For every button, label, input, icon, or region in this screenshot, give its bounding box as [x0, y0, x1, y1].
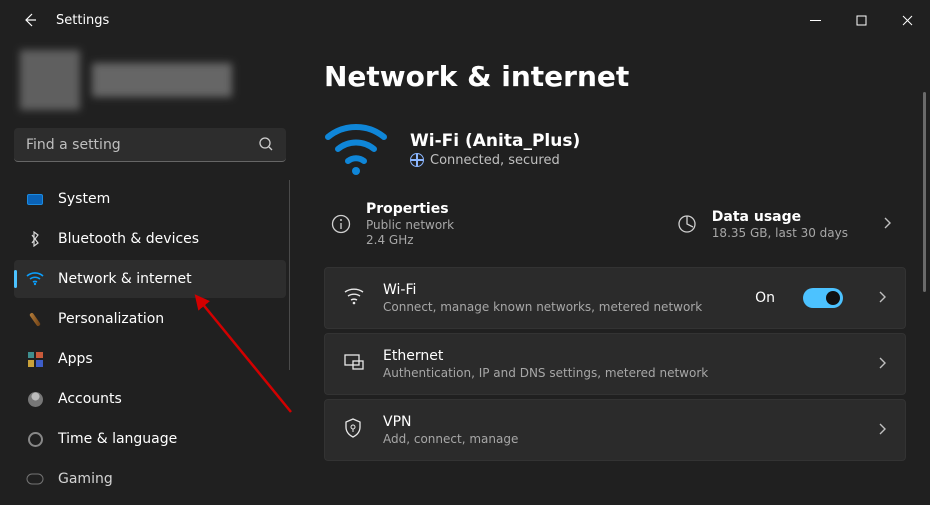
properties-label: Properties [366, 201, 454, 217]
info-icon [330, 213, 352, 235]
chevron-right-icon [877, 289, 887, 308]
avatar [20, 50, 80, 110]
window-controls [792, 0, 930, 40]
sidebar-item-system[interactable]: System [14, 180, 286, 218]
wifi-card-title: Wi-Fi [383, 282, 702, 298]
profile-block[interactable] [14, 40, 286, 128]
sidebar-item-apps[interactable]: Apps [14, 340, 286, 378]
connection-state-text: Connected, secured [430, 153, 560, 168]
vpn-icon [343, 417, 365, 443]
close-icon [902, 15, 913, 26]
wifi-toggle[interactable] [803, 288, 843, 308]
sidebar-item-personalization[interactable]: Personalization [14, 300, 286, 338]
page-title: Network & internet [324, 60, 906, 93]
apps-icon [26, 350, 44, 368]
chevron-right-icon [882, 215, 892, 234]
wifi-card[interactable]: Wi-Fi Connect, manage known networks, me… [324, 267, 906, 329]
vpn-card[interactable]: VPN Add, connect, manage [324, 399, 906, 461]
search-wrap [14, 128, 286, 162]
back-button[interactable] [12, 2, 48, 38]
sidebar-item-accounts[interactable]: Accounts [14, 380, 286, 418]
minimize-icon [810, 15, 821, 26]
bluetooth-icon [26, 230, 44, 248]
main-content: Network & internet Wi-Fi (Anita_Plus) Co… [300, 40, 930, 505]
sidebar-item-gaming[interactable]: Gaming [14, 460, 286, 498]
scrollbar[interactable] [923, 92, 926, 292]
ethernet-card-title: Ethernet [383, 348, 708, 364]
wifi-icon [26, 270, 44, 288]
sidebar-item-label: Time & language [58, 431, 177, 447]
sidebar-item-bluetooth[interactable]: Bluetooth & devices [14, 220, 286, 258]
data-usage-block[interactable]: Data usage 18.35 GB, last 30 days [676, 209, 848, 240]
wifi-toggle-label: On [755, 290, 775, 306]
sidebar-item-label: Gaming [58, 471, 113, 487]
chevron-right-icon [877, 421, 887, 440]
connection-state: Connected, secured [410, 153, 580, 168]
gaming-icon [26, 470, 44, 488]
sidebar-item-network[interactable]: Network & internet [14, 260, 286, 298]
sidebar: System Bluetooth & devices Network & int… [0, 40, 300, 505]
profile-name [92, 63, 232, 97]
ethernet-card-subtitle: Authentication, IP and DNS settings, met… [383, 366, 708, 380]
sidebar-item-label: Apps [58, 351, 93, 367]
ethernet-card[interactable]: Ethernet Authentication, IP and DNS sett… [324, 333, 906, 395]
data-usage-icon [676, 213, 698, 235]
wifi-icon [343, 287, 365, 309]
maximize-icon [856, 15, 867, 26]
wifi-large-icon [324, 121, 388, 177]
arrow-left-icon [22, 12, 38, 28]
system-icon [26, 190, 44, 208]
nav-list: System Bluetooth & devices Network & int… [14, 180, 286, 505]
properties-band: 2.4 GHz [366, 233, 454, 247]
properties-block[interactable]: Properties Public network 2.4 GHz [330, 201, 454, 247]
data-usage-amount: 18.35 GB, last 30 days [712, 226, 848, 240]
titlebar: Settings [0, 0, 930, 40]
wifi-card-subtitle: Connect, manage known networks, metered … [383, 300, 702, 314]
vpn-card-title: VPN [383, 414, 518, 430]
minimize-button[interactable] [792, 0, 838, 40]
sidebar-item-time[interactable]: Time & language [14, 420, 286, 458]
sidebar-item-label: Network & internet [58, 271, 192, 287]
accounts-icon [26, 390, 44, 408]
time-icon [26, 430, 44, 448]
sidebar-item-label: Personalization [58, 311, 164, 327]
vpn-card-subtitle: Add, connect, manage [383, 432, 518, 446]
properties-network-type: Public network [366, 218, 454, 232]
search-icon [258, 136, 274, 156]
maximize-button[interactable] [838, 0, 884, 40]
connection-status: Wi-Fi (Anita_Plus) Connected, secured [324, 121, 906, 177]
sidebar-item-label: Accounts [58, 391, 122, 407]
ethernet-icon [343, 353, 365, 375]
search-input[interactable] [14, 128, 286, 162]
sidebar-item-label: Bluetooth & devices [58, 231, 199, 247]
personalization-icon [26, 310, 44, 328]
info-bar: Properties Public network 2.4 GHz Data u… [324, 195, 906, 267]
close-button[interactable] [884, 0, 930, 40]
globe-icon [410, 153, 424, 167]
chevron-right-icon [877, 355, 887, 374]
window-title: Settings [56, 13, 109, 28]
sidebar-item-label: System [58, 191, 110, 207]
ssid-label: Wi-Fi (Anita_Plus) [410, 131, 580, 151]
data-usage-label: Data usage [712, 209, 848, 225]
